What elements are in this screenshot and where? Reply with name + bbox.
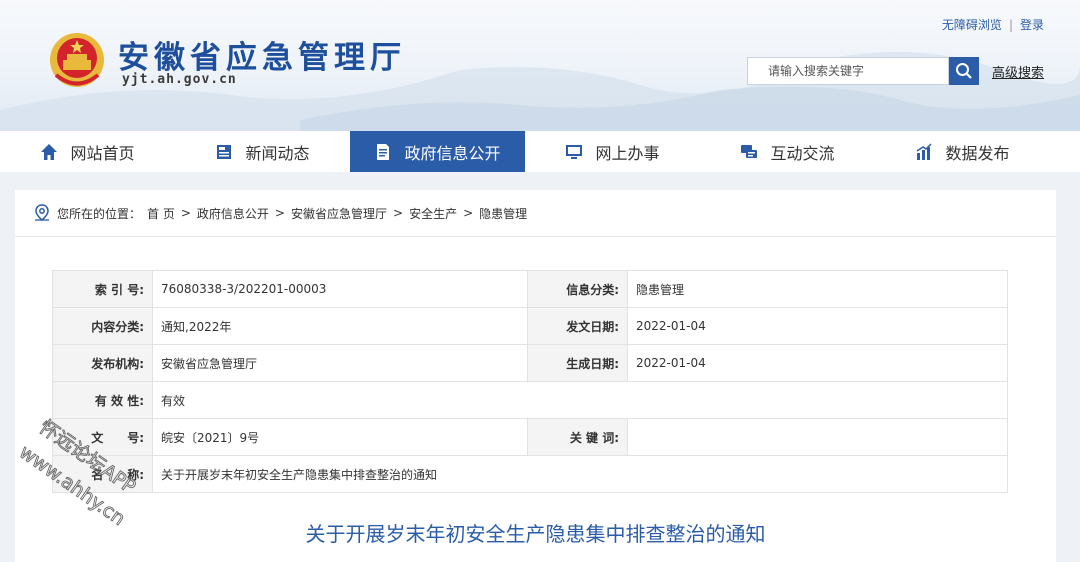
info-label: 内容分类: [52,307,153,345]
home-icon [41,143,58,160]
info-value [627,418,1008,456]
chart-icon [917,142,933,160]
table-row: 内容分类: 通知,2022年 发文日期: 2022-01-04 [52,307,1008,345]
info-label: 生成日期: [527,344,628,382]
nav-label: 政府信息公开 [404,143,501,163]
top-links: 无障碍浏览 | 登录 [941,18,1044,32]
info-label: 文 号: [52,418,153,456]
table-row: 名 称: 关于开展岁末年初安全生产隐患集中排查整治的通知 [52,455,1008,493]
nav-label: 数据发布 [945,143,1010,163]
info-value: 有效 [152,381,1008,419]
breadcrumb-separator: > [274,206,285,220]
info-label: 名 称: [52,455,153,493]
info-value: 通知,2022年 [152,307,528,345]
info-value: 隐患管理 [627,270,1008,308]
breadcrumb-item[interactable]: 安全生产 [409,205,457,222]
nav-label: 新闻动态 [245,143,310,163]
breadcrumb-separator: > [180,206,191,220]
nav-item-online-service[interactable]: 网上办事 [525,131,700,172]
info-label: 有 效 性: [52,381,153,419]
breadcrumb-separator: > [463,206,474,220]
article-title: 关于开展岁末年初安全生产隐患集中排查整治的通知 [305,522,766,546]
nav-label: 互动交流 [770,143,835,163]
chat-icon [741,144,758,158]
breadcrumb-prefix: 您所在的位置： [57,206,142,221]
info-label: 关 键 词: [527,418,628,456]
info-value: 安徽省应急管理厅 [152,344,528,382]
info-value: 76080338-3/202201-00003 [152,270,528,308]
info-value: 2022-01-04 [627,307,1008,345]
info-value: 皖安〔2021〕9号 [152,418,528,456]
login-link[interactable]: 登录 [1020,18,1044,32]
site-domain: yjt.ah.gov.cn [122,72,237,87]
nav-item-interaction[interactable]: 互动交流 [700,131,875,172]
breadcrumb-separator: > [393,206,404,220]
location-pin-icon [35,204,49,221]
search-input[interactable]: 请输入搜索关键字 [747,57,949,85]
nav-item-gov-info[interactable]: 政府信息公开 [350,131,525,172]
table-row: 文 号: 皖安〔2021〕9号 关 键 词: [52,418,1008,456]
content-panel: 您所在的位置： 首 页 > 政府信息公开 > 安徽省应急管理厅 > 安全生产 >… [15,190,1056,562]
accessibility-link[interactable]: 无障碍浏览 [942,18,1002,32]
news-icon [217,144,232,159]
nav-item-home[interactable]: 网站首页 [0,131,175,172]
monitor-icon [566,144,583,159]
search-icon [956,63,972,79]
table-row: 索 引 号: 76080338-3/202201-00003 信息分类: 隐患管… [52,270,1008,308]
breadcrumb-item[interactable]: 政府信息公开 [197,205,269,222]
nav-item-news[interactable]: 新闻动态 [175,131,350,172]
site-title[interactable]: 安徽省应急管理厅 [118,32,406,77]
main-nav: 网站首页 新闻动态 政府信息公开 网上办事 互动交流 数据发布 [0,131,1080,172]
site-header: 安徽省应急管理厅 yjt.ah.gov.cn 无障碍浏览 | 登录 请输入搜索关键字… [0,0,1080,131]
info-label: 索 引 号: [52,270,153,308]
nav-item-data-release[interactable]: 数据发布 [875,131,1050,172]
breadcrumb-item[interactable]: 安徽省应急管理厅 [291,205,387,222]
advanced-search-link[interactable]: 高级搜索 [992,62,1044,81]
search-button[interactable] [949,57,979,85]
table-row: 有 效 性: 有效 [52,381,1008,419]
info-value: 2022-01-04 [627,344,1008,382]
breadcrumb: 您所在的位置： 首 页 > 政府信息公开 > 安徽省应急管理厅 > 安全生产 >… [33,204,527,222]
info-label: 发布机构: [52,344,153,382]
info-label: 发文日期: [527,307,628,345]
info-table: 索 引 号: 76080338-3/202201-00003 信息分类: 隐患管… [52,270,1008,493]
info-label: 信息分类: [527,270,628,308]
nav-label: 网上办事 [595,143,660,163]
table-row: 发布机构: 安徽省应急管理厅 生成日期: 2022-01-04 [52,344,1008,382]
breadcrumb-item-home[interactable]: 首 页 [147,205,175,222]
document-icon [377,143,390,160]
divider [15,236,1056,237]
nav-label: 网站首页 [70,143,135,163]
national-emblem-icon [50,33,104,87]
info-value: 关于开展岁末年初安全生产隐患集中排查整治的通知 [152,455,1008,493]
breadcrumb-item[interactable]: 隐患管理 [479,205,527,222]
